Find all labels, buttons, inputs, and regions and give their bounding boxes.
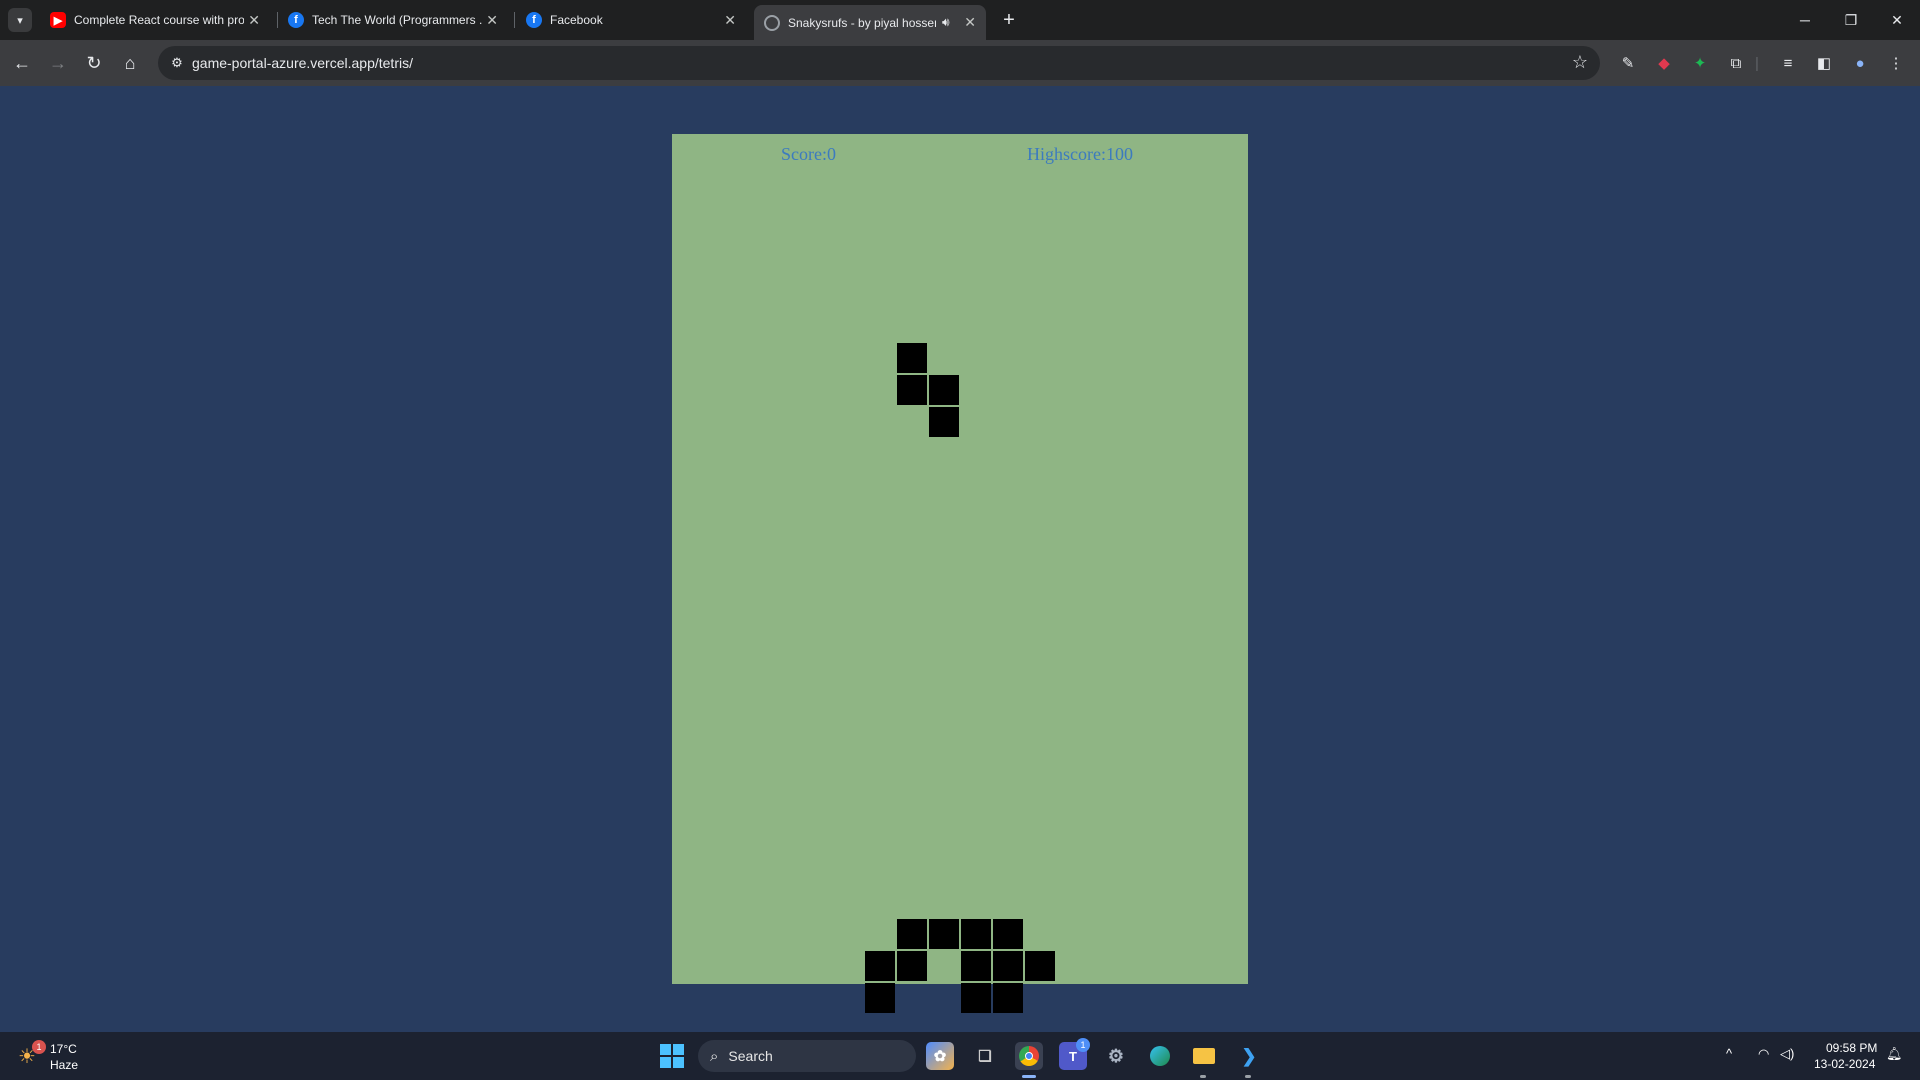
stacked-block [1025, 951, 1055, 981]
address-bar[interactable]: ⚙ game-portal-azure.vercel.app/tetris/ ☆ [158, 46, 1600, 80]
highscore-label: Highscore:100 [1027, 144, 1133, 164]
taskbar-search[interactable]: ⌕ Search [698, 1040, 916, 1072]
score-label: Score:0 [781, 144, 836, 164]
speaker-icon[interactable]: 🔊︎ [942, 15, 950, 30]
tab-facebook[interactable]: f Facebook ✕ [516, 5, 746, 35]
tab-youtube[interactable]: ▶ Complete React course with pro ✕ [40, 5, 270, 35]
weather-condition[interactable]: Haze [50, 1058, 78, 1072]
settings-gear-icon[interactable]: ⚙ [1102, 1042, 1130, 1070]
tab-separator [514, 12, 515, 28]
restore-button[interactable]: ❐ [1828, 0, 1874, 40]
weather-temperature[interactable]: 17°C [50, 1042, 77, 1056]
chrome-menu-icon[interactable]: ⋮ [1884, 51, 1908, 75]
url-text[interactable]: game-portal-azure.vercel.app/tetris/ [192, 55, 413, 71]
stacked-block [865, 951, 895, 981]
chrome-taskbar-icon[interactable] [1015, 1042, 1043, 1070]
task-view-icon[interactable]: ❏ [971, 1042, 999, 1070]
close-icon[interactable]: ✕ [248, 12, 260, 29]
tab-title: Snakysrufs - by piyal hossen [788, 15, 936, 30]
pocket-extension-icon[interactable]: ◆ [1652, 51, 1676, 75]
forward-button[interactable]: → [44, 49, 72, 77]
falling-piece-block [929, 407, 959, 437]
close-icon[interactable]: ✕ [964, 14, 976, 31]
minimize-button[interactable]: ─ [1782, 0, 1828, 40]
wifi-icon[interactable]: ◠ [1758, 1046, 1769, 1062]
tab-title: Complete React course with pro [74, 13, 244, 27]
start-button[interactable] [660, 1044, 684, 1068]
stacked-block [897, 919, 927, 949]
weather-badge: 1 [32, 1040, 46, 1054]
stacked-block [897, 951, 927, 981]
tab-title: Tech The World (Programmers ... [312, 13, 482, 27]
clock-date[interactable]: 13-02-2024 [1814, 1057, 1875, 1071]
close-icon[interactable]: ✕ [724, 12, 736, 29]
falling-piece-block [897, 375, 927, 405]
close-icon[interactable]: ✕ [486, 12, 498, 29]
tab-snakysrufs[interactable]: Snakysrufs - by piyal hossen 🔊︎ ✕ [754, 5, 986, 40]
search-icon: ⌕ [710, 1047, 719, 1065]
tetris-board[interactable]: Score:0 Highscore:100 [672, 134, 1248, 1013]
stacked-block [961, 951, 991, 981]
taskbar: ☀ 1 17°C Haze ⌕ Search ✿ ❏ T 1 ⚙ ❯ ^ ◠ ◁… [0, 1032, 1920, 1080]
tab-strip: ▾ ▶ Complete React course with pro ✕ f T… [0, 0, 1920, 40]
volume-icon[interactable]: ◁) [1780, 1046, 1794, 1062]
toolbar-divider: | [1755, 54, 1759, 72]
clock-time[interactable]: 09:58 PM [1826, 1041, 1877, 1055]
active-app-indicator [1022, 1075, 1036, 1078]
media-controls-icon[interactable]: ≡ [1776, 51, 1800, 75]
stacked-block [993, 983, 1023, 1013]
back-button[interactable]: ← [8, 49, 36, 77]
extensions-puzzle-icon[interactable]: ⧉ [1724, 51, 1748, 75]
profile-avatar[interactable]: ● [1848, 51, 1872, 75]
stacked-block [961, 919, 991, 949]
bookmark-star-icon[interactable]: ☆ [1572, 52, 1588, 73]
facebook-icon: f [526, 12, 542, 28]
stacked-block [865, 983, 895, 1013]
home-button[interactable]: ⌂ [116, 49, 144, 77]
tab-title: Facebook [550, 13, 603, 27]
eyedropper-extension-icon[interactable]: ✎ [1616, 51, 1640, 75]
falling-piece-block [929, 375, 959, 405]
tab-search-button[interactable]: ▾ [8, 8, 32, 32]
browser-toolbar: ← → ↻ ⌂ ⚙ game-portal-azure.vercel.app/t… [0, 40, 1920, 86]
stacked-block [993, 951, 1023, 981]
vscode-icon[interactable]: ❯ [1235, 1042, 1263, 1070]
page-body: Score:0 Highscore:100 [0, 86, 1920, 1032]
new-tab-button[interactable]: + [995, 6, 1023, 34]
copilot-icon[interactable]: ✿ [926, 1042, 954, 1070]
reload-button[interactable]: ↻ [80, 49, 108, 77]
falling-piece-block [897, 343, 927, 373]
search-placeholder: Search [728, 1048, 773, 1064]
stacked-block [993, 919, 1023, 949]
open-app-indicator [1200, 1075, 1206, 1078]
open-app-indicator [1245, 1075, 1251, 1078]
edge-icon[interactable] [1146, 1042, 1174, 1070]
green-extension-icon[interactable]: ✦ [1688, 51, 1712, 75]
youtube-icon: ▶ [50, 12, 66, 28]
facebook-icon: f [288, 12, 304, 28]
chevron-up-icon[interactable]: ^ [1726, 1046, 1732, 1061]
close-window-button[interactable]: ✕ [1874, 0, 1920, 40]
site-info-icon[interactable]: ⚙ [168, 54, 186, 72]
windows-logo-icon [660, 1044, 671, 1055]
stacked-block [961, 983, 991, 1013]
notification-bell-icon[interactable]: 🔔︎ [1886, 1046, 1903, 1062]
globe-icon [764, 14, 780, 31]
stacked-block [929, 919, 959, 949]
file-explorer-icon[interactable] [1190, 1042, 1218, 1070]
tab-tech-the-world[interactable]: f Tech The World (Programmers ... ✕ [278, 5, 508, 35]
teams-badge: 1 [1076, 1038, 1090, 1052]
side-panel-icon[interactable]: ◧ [1812, 51, 1836, 75]
